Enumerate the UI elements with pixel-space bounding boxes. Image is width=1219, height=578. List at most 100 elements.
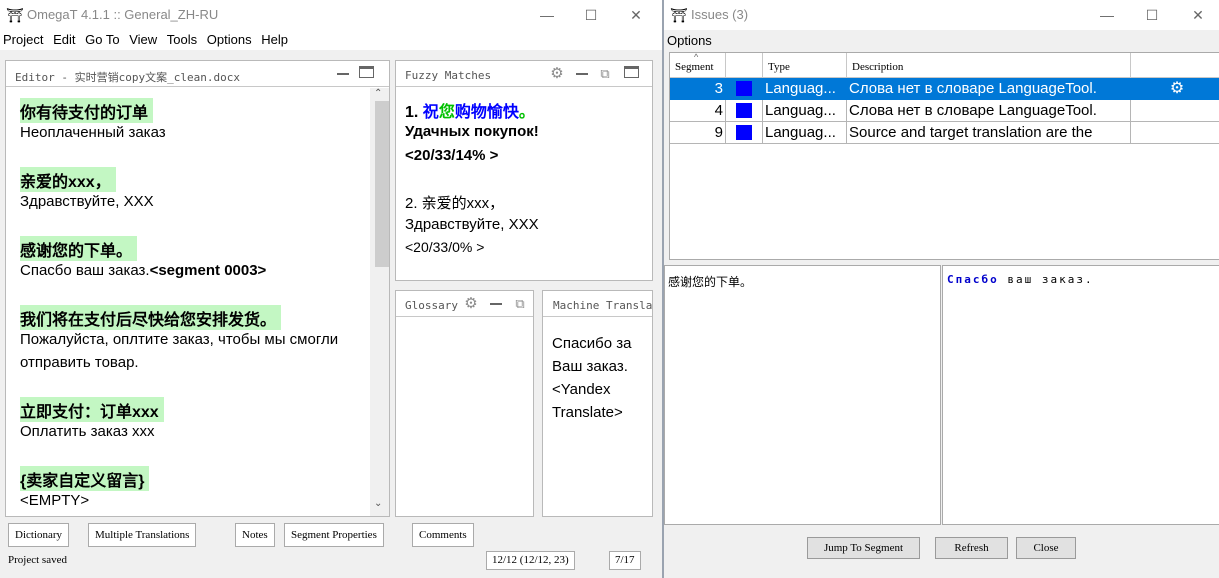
segment-target[interactable]: Пожалуйста, оплтите заказ, чтобы мы смог… xyxy=(20,328,338,351)
omegat-main-window: ⛩ OmegaT 4.1.1 :: General_ZH-RU — ☐ ✕ Pr… xyxy=(0,0,662,578)
issue-marker-icon xyxy=(736,81,752,96)
issues-table: Segment ^ Type Description 3 Languag... … xyxy=(669,52,1219,260)
row-marker xyxy=(726,122,763,144)
machine-translation-text[interactable]: Спасибо за Ваш заказ. <Yandex Translate> xyxy=(552,332,632,424)
table-row[interactable]: 9 Languag... Source and target translati… xyxy=(670,122,1219,144)
fuzzy-match-1-target: Удачных покупок! xyxy=(405,123,539,140)
scroll-up-icon[interactable]: ⌃ xyxy=(374,88,382,99)
main-window-title: OmegaT 4.1.1 :: General_ZH-RU xyxy=(27,7,219,22)
omegat-app-icon: ⛩ xyxy=(6,7,24,23)
close-button[interactable]: Close xyxy=(1016,537,1076,559)
segment-source-active[interactable]: 感谢您的下单。 xyxy=(20,236,138,261)
editor-maximize-icon[interactable] xyxy=(359,66,374,78)
minimize-icon[interactable]: — xyxy=(532,4,562,26)
editor-header: Editor - 实时营销copy文案_clean.docx xyxy=(6,61,389,87)
machine-header: Machine Translati xyxy=(543,291,652,317)
segment-source[interactable]: 亲爱的xxx， xyxy=(20,167,116,192)
segment-target[interactable]: Оплатить заказ xxx xyxy=(20,420,155,443)
glossary-panel: Glossary ⚙ ⧉ xyxy=(395,290,534,517)
column-header-description[interactable]: Description xyxy=(847,53,1131,78)
menu-view[interactable]: View xyxy=(126,30,160,47)
refresh-button[interactable]: Refresh xyxy=(935,537,1008,559)
segment-source[interactable]: 我们将在支付后尽快给您安排发货。 xyxy=(20,305,282,330)
segment-target[interactable]: Неоплаченный заказ xyxy=(20,121,166,144)
glossary-minimize-icon[interactable] xyxy=(490,303,502,305)
fuzzy-match-2-score: <20/33/0% > xyxy=(405,239,485,255)
close-icon[interactable]: ✕ xyxy=(621,4,651,26)
segment-source[interactable]: 你有待支付的订单 xyxy=(20,98,154,123)
fuzzy-matches-panel: Fuzzy Matches ⚙ ⧉ 1. 祝您购物愉快。 Удачных пок… xyxy=(395,60,653,281)
glossary-header: Glossary ⚙ ⧉ xyxy=(396,291,533,317)
issue-marker-icon xyxy=(736,125,752,140)
column-header-color[interactable] xyxy=(726,53,763,78)
tab-comments[interactable]: Comments xyxy=(412,523,474,547)
maximize-icon[interactable]: ☐ xyxy=(576,4,606,26)
row-description: Слова нет в словаре LanguageTool. xyxy=(847,78,1131,100)
issues-window: ⛩ Issues (3) — ☐ ✕ Options Segment ^ Typ… xyxy=(662,0,1219,578)
segment-source[interactable]: {卖家自定义留言} xyxy=(20,466,150,491)
status-message: Project saved xyxy=(8,554,67,566)
table-row[interactable]: 4 Languag... Слова нет в словаре Languag… xyxy=(670,100,1219,122)
gear-icon[interactable]: ⚙ xyxy=(462,295,480,313)
row-description: Слова нет в словаре LanguageTool. xyxy=(847,100,1131,122)
segment-target[interactable]: <EMPTY> xyxy=(20,489,89,512)
row-settings xyxy=(1131,100,1219,122)
gear-icon: ⚙ xyxy=(1169,80,1185,97)
machine-title: Machine Translati xyxy=(553,299,653,312)
fuzzy-match-2-source[interactable]: 2. 亲爱的xxx， xyxy=(405,192,504,213)
issue-target-pane[interactable]: Спасбо ваш заказ. xyxy=(942,265,1219,525)
omegat-app-icon: ⛩ xyxy=(670,7,688,23)
segment-target-active[interactable]: Спасбо ваш заказ.<segment 0003> xyxy=(20,259,266,282)
fuzzy-match-2-target: Здравствуйте, XXX xyxy=(405,216,539,233)
minimize-icon[interactable]: — xyxy=(1092,4,1122,26)
column-header-actions xyxy=(1131,53,1219,78)
gear-icon[interactable]: ⚙ xyxy=(548,65,566,83)
tab-multiple-translations[interactable]: Multiple Translations xyxy=(88,523,197,547)
undock-icon[interactable]: ⧉ xyxy=(596,65,614,83)
row-segment: 4 xyxy=(670,100,726,122)
fuzzy-header: Fuzzy Matches ⚙ ⧉ xyxy=(396,61,652,87)
row-description: Source and target translation are the xyxy=(847,122,1131,144)
issue-source-text: 感谢您的下单。 xyxy=(668,275,753,289)
fuzzy-maximize-icon[interactable] xyxy=(624,66,639,78)
editor-panel: Editor - 实时营销copy文案_clean.docx 你有待支付的订单 … xyxy=(5,60,390,517)
editor-scrollbar[interactable]: ⌃ ⌄ xyxy=(370,88,389,516)
jump-to-segment-button[interactable]: Jump To Segment xyxy=(807,537,920,559)
issues-menu-options[interactable]: Options xyxy=(667,33,712,48)
menu-edit[interactable]: Edit xyxy=(50,30,78,47)
close-icon[interactable]: ✕ xyxy=(1183,4,1213,26)
row-type: Languag... xyxy=(763,122,847,144)
menu-project[interactable]: Project xyxy=(0,30,46,47)
menu-tools[interactable]: Tools xyxy=(164,30,200,47)
menu-options[interactable]: Options xyxy=(204,30,255,47)
menu-goto[interactable]: Go To xyxy=(82,30,122,47)
undock-icon[interactable]: ⧉ xyxy=(511,295,529,313)
sort-ascending-icon: ^ xyxy=(694,52,699,62)
issue-marker-icon xyxy=(736,103,752,118)
issues-window-title: Issues (3) xyxy=(691,7,749,22)
column-header-type[interactable]: Type xyxy=(763,53,847,78)
tab-dictionary[interactable]: Dictionary xyxy=(8,523,70,547)
menu-help[interactable]: Help xyxy=(258,30,291,47)
fuzzy-match-1-source[interactable]: 1. 祝您购物愉快。 xyxy=(405,98,535,122)
row-segment: 9 xyxy=(670,122,726,144)
tab-notes[interactable]: Notes xyxy=(235,523,275,547)
maximize-icon[interactable]: ☐ xyxy=(1137,4,1167,26)
row-settings[interactable]: ⚙ xyxy=(1131,78,1219,100)
fuzzy-minimize-icon[interactable] xyxy=(576,73,588,75)
table-row-selected[interactable]: 3 Languag... Слова нет в словаре Languag… xyxy=(670,78,1219,100)
tab-segment-properties[interactable]: Segment Properties xyxy=(284,523,384,547)
scrollbar-thumb[interactable] xyxy=(375,101,389,267)
issue-highlight: Спасбо xyxy=(947,273,999,286)
issue-source-pane[interactable]: 感谢您的下单。 xyxy=(664,265,941,525)
row-type: Languag... xyxy=(763,100,847,122)
segment-source[interactable]: 立即支付：订单xxx xyxy=(20,397,164,422)
segment-marker: <segment 0003> xyxy=(149,262,267,279)
scroll-down-icon[interactable]: ⌄ xyxy=(374,498,382,509)
editor-minimize-icon[interactable] xyxy=(337,73,349,75)
status-progress: 12/12 (12/12, 23) xyxy=(486,551,575,570)
segment-target[interactable]: Здравствуйте, XXX xyxy=(20,190,154,213)
status-position: 7/17 xyxy=(609,551,641,570)
row-segment: 3 xyxy=(670,78,726,100)
segment-target[interactable]: отправить товар. xyxy=(20,351,139,374)
